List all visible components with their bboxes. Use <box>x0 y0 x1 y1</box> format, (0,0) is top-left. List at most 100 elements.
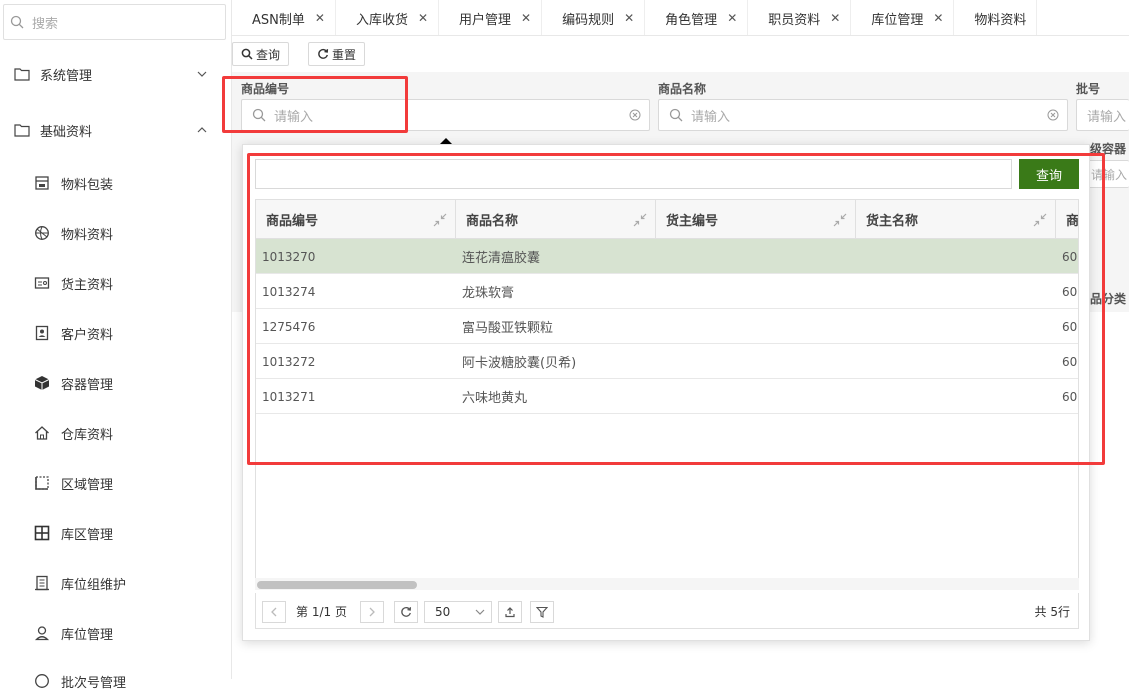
sidebar-item-owner-data[interactable]: 货主资料 <box>0 268 232 298</box>
input-placeholder: 请输入 <box>274 109 314 125</box>
tab-label: 用户管理 <box>459 12 512 28</box>
sidebar-item-zone-management[interactable]: 库区管理 <box>0 518 232 548</box>
container-level-label: 级容器 <box>1090 142 1127 156</box>
column-header-owner-code[interactable]: 货主编号 <box>656 200 856 239</box>
column-label: 货主编号 <box>666 214 719 229</box>
column-header-extra[interactable]: 商 <box>1056 200 1078 239</box>
column-label: 商品编号 <box>266 214 319 229</box>
tab-label: 职员资料 <box>768 12 821 28</box>
tab-inbound-receiving[interactable]: 入库收货 ✕ <box>336 0 440 35</box>
next-page-button[interactable] <box>360 601 384 623</box>
tab-label: ASN制单 <box>252 12 305 28</box>
table-row[interactable]: 1013274 龙珠软膏 60 <box>256 274 1078 309</box>
tab-role-management[interactable]: 角色管理 ✕ <box>645 0 749 35</box>
close-icon[interactable]: ✕ <box>727 11 737 25</box>
popup-search-input[interactable] <box>255 159 1012 189</box>
shrink-icon[interactable] <box>1033 213 1047 227</box>
cell-extra: 60 <box>1062 249 1078 264</box>
shrink-icon[interactable] <box>633 213 647 227</box>
menu-group-system[interactable]: 系统管理 <box>0 54 232 94</box>
sidebar-item-label: 容器管理 <box>61 377 114 393</box>
column-header-owner-name[interactable]: 货主名称 <box>856 200 1056 239</box>
close-icon[interactable]: ✕ <box>830 11 840 25</box>
menu-group-label: 系统管理 <box>40 68 93 84</box>
sidebar-search-input[interactable]: 搜索 <box>3 4 226 40</box>
product-code-input[interactable]: 请输入 <box>241 99 650 131</box>
home-icon <box>35 426 49 440</box>
scrollbar-thumb[interactable] <box>257 581 417 589</box>
tab-asn-order[interactable]: ASN制单 ✕ <box>232 0 336 35</box>
export-button[interactable] <box>498 601 522 623</box>
grid-icon <box>34 525 50 541</box>
column-label: 货主名称 <box>866 214 919 229</box>
product-grid: 商品编号 商品名称 货主编号 货主名称 商 1013270 连花清瘟胶囊 60 … <box>255 199 1079 589</box>
sidebar-item-material-package[interactable]: 物料包装 <box>0 168 232 198</box>
page-size-select[interactable]: 50 <box>424 601 492 623</box>
table-row[interactable]: 1013272 阿卡波糖胶囊(贝希) 60 <box>256 344 1078 379</box>
close-icon[interactable]: ✕ <box>315 11 325 25</box>
tab-label: 入库收货 <box>355 12 408 28</box>
shrink-icon[interactable] <box>833 213 847 227</box>
input-placeholder: 请输入 <box>1087 109 1127 125</box>
reset-button[interactable]: 重置 <box>308 42 366 66</box>
tab-label: 角色管理 <box>665 12 718 28</box>
sidebar-item-location-group[interactable]: 库位组维护 <box>0 568 232 598</box>
building-icon <box>35 575 49 591</box>
clear-icon[interactable] <box>1047 109 1059 121</box>
sidebar-item-material-data[interactable]: 物料资料 <box>0 218 232 248</box>
tab-location-management[interactable]: 库位管理 ✕ <box>851 0 955 35</box>
input-placeholder: 请输入 <box>691 109 731 125</box>
shrink-icon[interactable] <box>433 213 447 227</box>
pagination-bar: 第 1/1 页 50 共 5行 <box>255 593 1079 629</box>
batch-number-input[interactable]: 请输入 <box>1076 99 1129 131</box>
cell-extra: 60 <box>1062 284 1078 299</box>
close-icon[interactable]: ✕ <box>624 11 634 25</box>
container-level-input[interactable]: 请输入 <box>1084 160 1129 188</box>
refresh-button[interactable] <box>394 601 418 623</box>
cell-product-code: 1013271 <box>262 389 316 404</box>
table-row[interactable]: 1013270 连花清瘟胶囊 60 <box>256 239 1078 274</box>
close-icon[interactable]: ✕ <box>933 11 943 25</box>
sidebar-item-location-management[interactable]: 库位管理 <box>0 618 232 648</box>
menu-group-basic-data[interactable]: 基础资料 <box>0 110 232 150</box>
tab-user-management[interactable]: 用户管理 ✕ <box>439 0 543 35</box>
grid-header: 商品编号 商品名称 货主编号 货主名称 商 <box>256 200 1078 239</box>
cell-product-name: 连花清瘟胶囊 <box>462 251 541 266</box>
close-icon[interactable]: ✕ <box>521 11 531 25</box>
column-header-product-code[interactable]: 商品编号 <box>256 200 456 239</box>
cell-product-code: 1013274 <box>262 284 316 299</box>
cube-icon <box>34 376 50 390</box>
sidebar-item-customer-data[interactable]: 客户资料 <box>0 318 232 348</box>
sidebar-item-area-management[interactable]: 区域管理 <box>0 468 232 498</box>
horizontal-scrollbar[interactable] <box>255 578 1079 590</box>
sidebar-item-warehouse-data[interactable]: 仓库资料 <box>0 418 232 448</box>
tab-coding-rules[interactable]: 编码规则 ✕ <box>542 0 646 35</box>
search-icon <box>669 108 683 122</box>
sidebar-item-batch-management[interactable]: 批次号管理 <box>0 666 232 696</box>
refresh-icon <box>401 606 412 617</box>
filter-button[interactable] <box>530 601 554 623</box>
contact-book-icon <box>35 325 49 341</box>
query-button[interactable]: 查询 <box>232 42 290 66</box>
clear-icon[interactable] <box>629 109 641 121</box>
close-icon[interactable]: ✕ <box>418 11 428 25</box>
input-placeholder: 请输入 <box>1091 167 1128 182</box>
cell-product-code: 1275476 <box>262 319 316 334</box>
table-row[interactable]: 1013271 六味地黄丸 60 <box>256 379 1078 414</box>
sidebar-item-label: 库区管理 <box>61 527 114 543</box>
tab-staff-data[interactable]: 职员资料 ✕ <box>748 0 852 35</box>
product-name-input[interactable]: 请输入 <box>658 99 1068 131</box>
prev-page-button[interactable] <box>262 601 286 623</box>
tab-material-data[interactable]: 物料资料 <box>954 0 1038 35</box>
area-icon <box>35 476 49 490</box>
folder-icon <box>14 124 30 137</box>
sidebar-search-placeholder: 搜索 <box>32 16 59 32</box>
column-header-product-name[interactable]: 商品名称 <box>456 200 656 239</box>
popup-query-button[interactable]: 查询 <box>1019 159 1079 189</box>
sidebar-item-label: 物料包装 <box>61 177 114 193</box>
search-icon <box>252 108 266 122</box>
table-row[interactable]: 1275476 富马酸亚铁颗粒 60 <box>256 309 1078 344</box>
tab-label: 物料资料 <box>974 12 1027 28</box>
sidebar-item-container-management[interactable]: 容器管理 <box>0 368 232 398</box>
sidebar-item-label: 库位管理 <box>61 627 114 643</box>
